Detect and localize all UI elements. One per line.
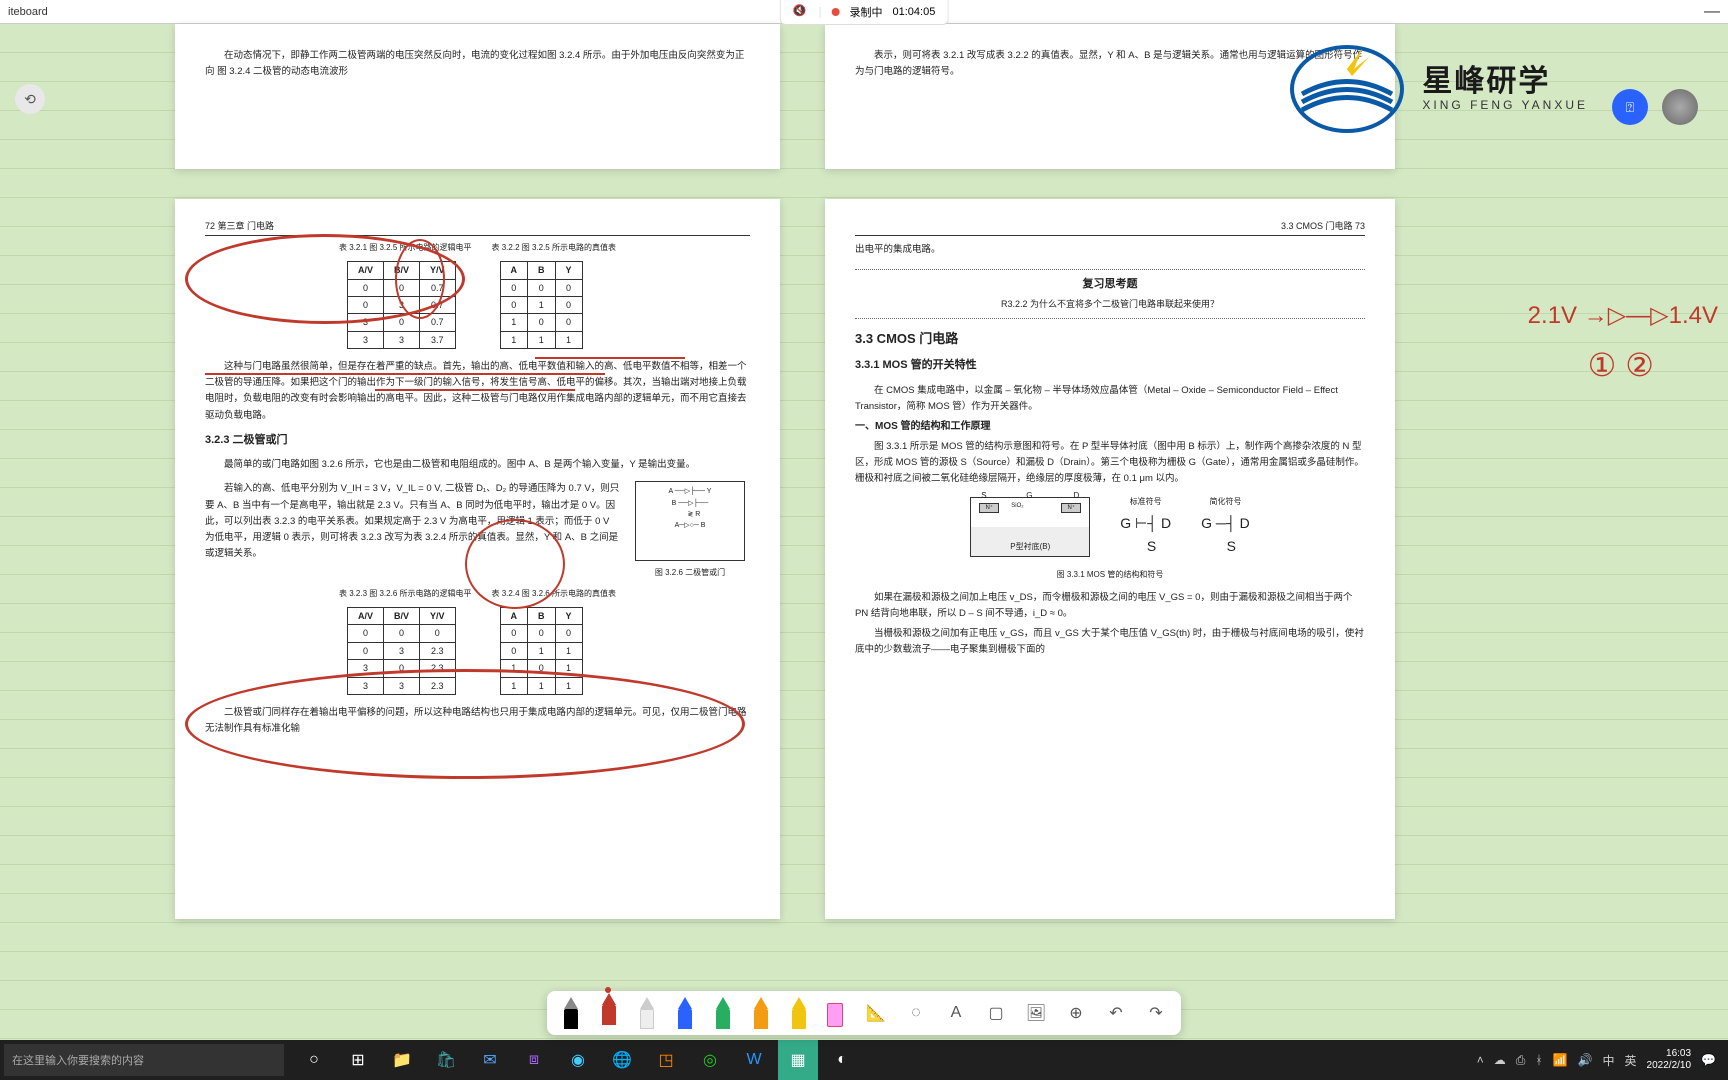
highlighter-yellow[interactable]	[789, 997, 809, 1029]
truth-table-321: A/VB/VY/V 000.7 030.7 300.7 333.7	[347, 261, 456, 349]
visual-studio-icon[interactable]: ⧈	[514, 1040, 554, 1080]
page-header: 3.3 CMOS 门电路 73	[855, 219, 1365, 236]
notifications-icon[interactable]: 💬	[1701, 1053, 1716, 1067]
figure-caption: 图 3.2.6 二极管或门	[630, 567, 750, 580]
obs-icon[interactable]: ◐	[822, 1040, 862, 1080]
subsection-title: 3.3.1 MOS 管的开关特性	[855, 357, 1365, 375]
paragraph: 若输入的高、低电平分别为 V_IH = 3 V，V_IL = 0 V, 二极管 …	[205, 481, 620, 578]
windows-taskbar: 在这里输入你要搜索的内容 ○ ⊞ 📁 🛍 ✉ ⧈ ◉ 🌐 ◳ ◎ W ▦ ◐ ˄…	[0, 1040, 1728, 1080]
logo-icon	[1282, 34, 1412, 134]
logo-text: 星峰研学	[1422, 56, 1588, 100]
page-header: 72 第三章 门电路	[205, 219, 750, 236]
paragraph: 二极管或门同样存在着输出电平偏移的问题，所以这种电路结构也只用于集成电路内部的逻…	[205, 705, 750, 737]
paragraph: 出电平的集成电路。	[855, 242, 1365, 258]
pen-blue[interactable]	[675, 997, 695, 1029]
speaker-mute-icon[interactable]: 🔇	[793, 4, 809, 20]
mail-icon[interactable]: ✉	[470, 1040, 510, 1080]
ruler-icon[interactable]: 📐	[865, 1002, 887, 1024]
table-caption: 表 3.2.4 图 3.2.6 所示电路的真值表	[492, 588, 616, 601]
review-title: 复习思考题	[855, 276, 1365, 294]
lasso-icon[interactable]: ◌	[905, 1002, 927, 1024]
table-caption: 表 3.2.1 图 3.2.5 所示电路的逻辑电平	[339, 242, 471, 255]
truth-table-323: A/VB/VY/V 000 032.3 302.3 332.3	[347, 607, 456, 695]
pen-white[interactable]	[637, 997, 657, 1029]
minimize-button[interactable]: —	[1704, 3, 1720, 21]
paragraph: 这种与门电路虽然很简单，但是存在着严重的缺点。首先，输出的高、低电平数值和输入的…	[205, 359, 750, 424]
document-page-top-left: 在动态情况下，即静工作两二极管两端的电压突然反向时，电流的变化过程如图 3.2.…	[175, 24, 780, 169]
pen-green[interactable]	[713, 997, 733, 1029]
paragraph: 最简单的或门电路如图 3.2.6 所示，它也是由二极管和电阻组成的。图中 A、B…	[205, 457, 750, 473]
window-title: iteboard	[8, 6, 48, 18]
ime-lang[interactable]: 中	[1603, 1052, 1615, 1069]
word-icon[interactable]: W	[734, 1040, 774, 1080]
task-view-icon[interactable]: ⊞	[338, 1040, 378, 1080]
sync-button[interactable]: ⟲	[15, 84, 45, 114]
wechat-icon[interactable]: ◎	[690, 1040, 730, 1080]
user-avatar[interactable]	[1662, 89, 1698, 125]
record-dot-icon	[832, 8, 840, 16]
paragraph: 当栅极和源极之间加有正电压 v_GS，而且 v_GS 大于某个电压值 V_GS(…	[855, 626, 1365, 658]
edge-icon[interactable]: ◉	[558, 1040, 598, 1080]
taskbar-clock[interactable]: 16:03 2022/2/10	[1647, 1048, 1692, 1072]
shape-icon[interactable]: ▢	[985, 1002, 1007, 1024]
cortana-icon[interactable]: ○	[294, 1040, 334, 1080]
text-icon[interactable]: A	[945, 1002, 967, 1024]
handwritten-annotation: 2.1V →▷—▷1.4V ① ②	[1528, 294, 1718, 395]
add-icon[interactable]: ⊕	[1065, 1002, 1087, 1024]
image-icon[interactable]: 🖼	[1025, 1002, 1047, 1024]
table-caption: 表 3.2.3 图 3.2.6 所示电路的逻辑电平	[339, 588, 471, 601]
ime-mode[interactable]: 英	[1625, 1052, 1637, 1069]
section-title: 3.3 CMOS 门电路	[855, 329, 1365, 350]
whiteboard-app-icon[interactable]: ▦	[778, 1040, 818, 1080]
review-question: R3.2.2 为什么不宜将多个二极管门电路串联起来使用？	[855, 297, 1365, 311]
logo-subtext: XING FENG YANXUE	[1422, 98, 1588, 112]
recording-bar: 🔇 | 录制中 01:04:05	[780, 0, 949, 25]
recording-time: 01:04:05	[893, 6, 936, 18]
app-orange-icon[interactable]: ◳	[646, 1040, 686, 1080]
document-page-bottom-right: 3.3 CMOS 门电路 73 出电平的集成电路。 复习思考题 R3.2.2 为…	[825, 199, 1395, 919]
truth-table-324: ABY 000 011 101 111	[500, 607, 583, 695]
mos-figure: S G D N⁺ N⁺ SiO₂ P型衬底(B) 标准符号 G ⊢┤ D S 简…	[855, 496, 1365, 582]
tray-chevron-icon[interactable]: ˄	[1477, 1053, 1484, 1067]
paragraph: 图 3.3.1 所示是 MOS 管的结构示意图和符号。在 P 型半导体衬底（图中…	[855, 439, 1365, 487]
paragraph: 如果在漏极和源极之间加上电压 v_DS，而令栅极和源极之间的电压 V_GS = …	[855, 590, 1365, 622]
tray-printer-icon[interactable]: ⎙	[1516, 1053, 1526, 1068]
tray-wifi-icon[interactable]: 📶	[1553, 1053, 1568, 1067]
sub-heading: 一、MOS 管的结构和工作原理	[855, 419, 1365, 435]
pen-orange[interactable]	[751, 997, 771, 1029]
store-icon[interactable]: 🛍	[426, 1040, 466, 1080]
chrome-icon[interactable]: 🌐	[602, 1040, 642, 1080]
pen-black[interactable]	[561, 997, 581, 1029]
file-explorer-icon[interactable]: 📁	[382, 1040, 422, 1080]
section-title: 3.2.3 二极管或门	[205, 432, 750, 450]
user-button[interactable]: ⍰	[1612, 89, 1648, 125]
paragraph: 在动态情况下，即静工作两二极管两端的电压突然反向时，电流的变化过程如图 3.2.…	[205, 48, 750, 80]
pen-red[interactable]	[599, 993, 619, 1025]
truth-table-322: ABY 000 010 100 111	[500, 261, 583, 349]
tray-bluetooth-icon[interactable]: ᚼ	[1535, 1053, 1542, 1067]
document-page-bottom-left: 72 第三章 门电路 表 3.2.1 图 3.2.5 所示电路的逻辑电平 A/V…	[175, 199, 780, 919]
recording-label: 录制中	[850, 4, 883, 20]
figure-caption: 图 3.3.1 MOS 管的结构和符号	[855, 569, 1365, 582]
tray-volume-icon[interactable]: 🔊	[1578, 1053, 1593, 1067]
brand-logo: 星峰研学 XING FENG YANXUE	[1282, 34, 1588, 134]
pen-toolbar: 📐 ◌ A ▢ 🖼 ⊕ ↶ ↷	[547, 991, 1181, 1035]
paragraph: 在 CMOS 集成电路中，以金属 – 氧化物 – 半导体场效应晶体管（Metal…	[855, 383, 1365, 415]
tray-cloud-icon[interactable]: ☁	[1494, 1053, 1506, 1067]
whiteboard-canvas[interactable]: ⟲ 星峰研学 XING FENG YANXUE ⍰ 在动态情况下，即静工作两二极…	[0, 24, 1728, 1040]
taskbar-search[interactable]: 在这里输入你要搜索的内容	[4, 1044, 284, 1076]
circuit-diagram: A ──▷├── YB ──▷├── ≷ RA─▷○─ B	[635, 481, 745, 561]
eraser[interactable]	[827, 997, 847, 1029]
search-placeholder: 在这里输入你要搜索的内容	[12, 1052, 144, 1068]
undo-icon[interactable]: ↶	[1105, 1002, 1127, 1024]
redo-icon[interactable]: ↷	[1145, 1002, 1167, 1024]
table-caption: 表 3.2.2 图 3.2.5 所示电路的真值表	[492, 242, 616, 255]
